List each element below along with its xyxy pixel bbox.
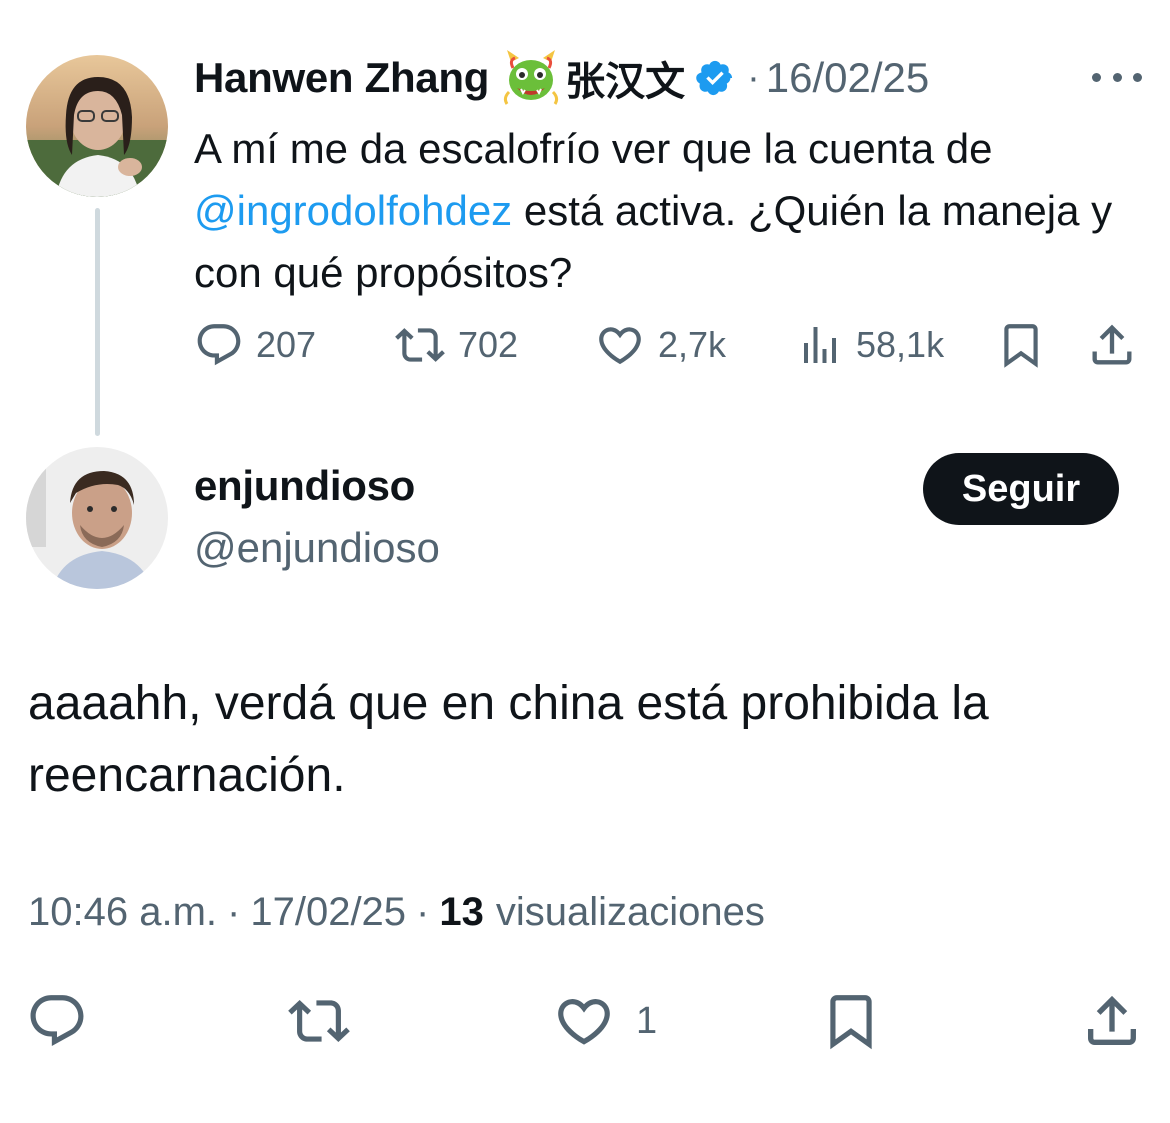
share-button[interactable] <box>1080 988 1144 1054</box>
share-icon <box>1092 324 1132 365</box>
display-name-cjk: 张汉文 <box>565 59 686 105</box>
like-count: 2,7k <box>658 324 727 365</box>
share-icon <box>1088 995 1136 1045</box>
like-button[interactable]: 1 <box>552 990 657 1052</box>
like-count: 1 <box>636 999 658 1042</box>
tweet-time[interactable]: 10:46 a.m. <box>28 890 217 935</box>
views-label: visualizaciones <box>495 890 765 934</box>
share-button[interactable] <box>1086 318 1138 372</box>
tweet-header: Hanwen Zhang 张汉文 · 16/02/25 <box>194 48 929 108</box>
tweet-date[interactable]: 17/02/25 <box>250 890 406 935</box>
reply-button[interactable] <box>26 990 88 1052</box>
separator-dot: · <box>416 890 430 934</box>
display-name[interactable]: enjundioso <box>194 462 415 510</box>
views-count: 13 <box>439 890 484 934</box>
tweet-text: aaaahh, verdá que en china está prohibid… <box>28 677 989 802</box>
bookmark-button[interactable] <box>820 988 882 1054</box>
repost-icon <box>288 1000 350 1042</box>
views-chart-icon <box>804 327 836 363</box>
dragon-face-icon <box>501 48 561 108</box>
repost-count: 702 <box>458 324 519 365</box>
views-count: 58,1k <box>856 324 945 365</box>
tweet-date[interactable]: 16/02/25 <box>766 54 930 102</box>
separator-dot: · <box>747 56 760 99</box>
verified-badge-icon <box>695 58 735 98</box>
reply-count: 207 <box>256 324 317 365</box>
heart-icon <box>599 327 641 365</box>
separator-dot: · <box>227 890 241 934</box>
tweet-text-before: A mí me da escalofrío ver que la cuenta … <box>194 125 993 172</box>
reply-button[interactable]: 207 <box>194 320 316 370</box>
reply-icon <box>30 995 84 1047</box>
heart-icon <box>558 999 610 1045</box>
like-button[interactable]: 2,7k <box>594 320 726 370</box>
tweet-metadata: 10:46 a.m. · 17/02/25 · 13 visualizacion… <box>28 890 765 935</box>
views-button[interactable]: 58,1k <box>796 320 944 370</box>
tweet-text: A mí me da escalofrío ver que la cuenta … <box>194 118 1154 304</box>
avatar-image <box>26 55 168 197</box>
bookmark-icon <box>1004 324 1038 368</box>
user-handle[interactable]: @enjundioso <box>194 524 440 572</box>
bookmark-button[interactable] <box>996 318 1046 372</box>
repost-button[interactable] <box>286 990 352 1052</box>
bookmark-icon <box>830 995 872 1050</box>
display-name[interactable]: Hanwen Zhang <box>194 54 489 102</box>
repost-icon <box>395 328 445 362</box>
more-options-icon[interactable] <box>1092 62 1142 92</box>
follow-button[interactable]: Seguir <box>923 453 1119 525</box>
mention-link[interactable]: @ingrodolfohdez <box>194 187 512 234</box>
avatar-enjundioso[interactable] <box>26 447 168 589</box>
repost-button[interactable]: 702 <box>394 320 518 370</box>
avatar-hanwen-zhang[interactable] <box>26 55 168 197</box>
reply-icon <box>197 324 241 366</box>
avatar-image <box>26 447 168 589</box>
thread-connector-line <box>95 208 100 436</box>
